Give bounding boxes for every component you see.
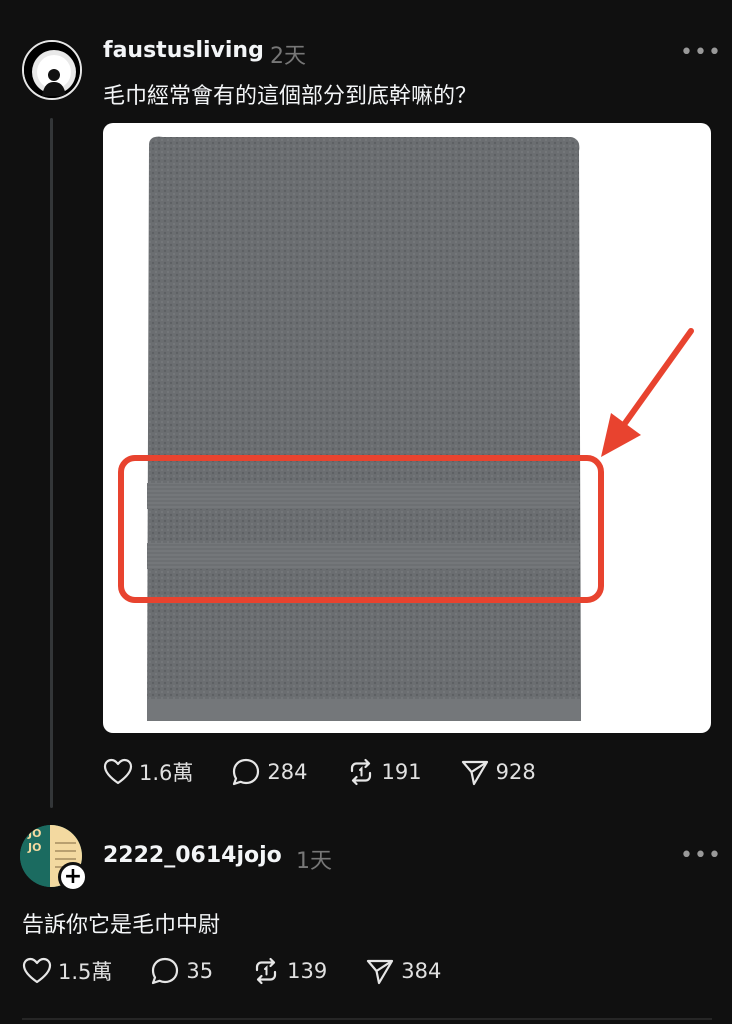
avatar-text: JOJO [28, 827, 42, 854]
more-options-button[interactable]: ••• [680, 843, 722, 868]
repost-count: 139 [287, 959, 328, 983]
like-button[interactable]: 1.6萬 [103, 757, 193, 787]
repost-icon [256, 957, 277, 985]
post-actions: 1.6萬 284 191 928 [103, 757, 574, 787]
share-button[interactable]: 384 [365, 956, 441, 986]
share-button[interactable]: 928 [460, 757, 536, 787]
reply-text: 告訴你它是毛巾中尉 [22, 913, 221, 938]
avatar[interactable] [22, 40, 82, 100]
post-username[interactable]: faustusliving [103, 38, 264, 63]
repost-button[interactable]: 139 [251, 956, 327, 986]
like-count: 1.6萬 [139, 761, 194, 785]
reply-username[interactable]: 2222_0614jojo [103, 843, 282, 868]
towel-image [118, 136, 694, 721]
post-image[interactable] [103, 123, 711, 733]
send-icon [461, 760, 488, 786]
share-count: 928 [495, 760, 536, 784]
comment-icon [233, 758, 260, 786]
repost-button[interactable]: 191 [346, 757, 422, 787]
like-button[interactable]: 1.5萬 [22, 956, 112, 986]
post-text: 毛巾經常會有的這個部分到底幹嘛的？ [103, 84, 478, 109]
comment-count: 284 [267, 760, 308, 784]
send-icon [367, 959, 394, 985]
comment-count: 35 [186, 959, 214, 983]
thread-line [50, 118, 53, 808]
follow-button[interactable]: + [58, 862, 88, 892]
comment-button[interactable]: 35 [150, 956, 213, 986]
avatar-image [24, 42, 80, 98]
reply-time: 1天 [296, 849, 332, 874]
comment-icon [152, 957, 179, 985]
more-options-button[interactable]: ••• [680, 40, 722, 65]
share-count: 384 [401, 959, 442, 983]
repost-count: 191 [381, 760, 422, 784]
heart-icon [22, 957, 52, 984]
heart-icon [103, 758, 133, 785]
like-count: 1.5萬 [58, 960, 113, 984]
repost-icon [350, 758, 371, 786]
comment-button[interactable]: 284 [231, 757, 308, 787]
reply-actions: 1.5萬 35 139 384 [22, 956, 479, 986]
divider [22, 1018, 712, 1020]
post-time: 2天 [270, 44, 306, 69]
